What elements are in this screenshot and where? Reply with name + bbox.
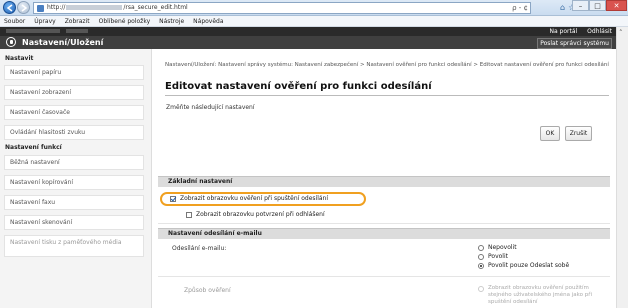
address-prefix: http:// (47, 4, 66, 11)
arrow-left-icon (6, 4, 13, 12)
address-suffix: /rsa_secure_edit.html (123, 4, 188, 11)
show-confirm-screen-row[interactable]: Zobrazit obrazovku potvrzení při odhláše… (186, 211, 325, 219)
self-only-label: Povolit pouze Odeslat sobě (488, 262, 570, 269)
app-title: Nastavení/Uložení (22, 38, 104, 47)
minimize-button[interactable]: – (572, 0, 589, 11)
show-auth-screen-label: Zobrazit obrazovku ověření při spuštění … (180, 195, 329, 202)
portal-link[interactable]: Na portál (549, 27, 577, 36)
settings-logo-icon (6, 37, 16, 47)
redacted-user (66, 29, 88, 33)
close-window-button[interactable]: ✕ (606, 0, 627, 11)
address-bar[interactable]: http:// /rsa_secure_edit.html ρ - ¢ (33, 2, 531, 14)
show-auth-screen-checkbox[interactable] (170, 196, 176, 202)
arrow-right-icon (21, 4, 28, 12)
email-settings-header: Nastavení odesílání e-mailu (158, 228, 610, 239)
main-content: Nastavení/Uložení: Nastavení správy syst… (158, 49, 612, 308)
mail-admin-button[interactable]: Poslat správci systému (537, 38, 612, 49)
sidebar-item-fax[interactable]: Nastavení faxu (4, 195, 144, 210)
sidebar-item-common[interactable]: Běžná nastavení (4, 155, 144, 170)
menu-view[interactable]: Zobrazit (65, 16, 90, 26)
email-option-deny[interactable]: Nepovolit (478, 244, 517, 252)
sidebar-item-copy[interactable]: Nastavení kopírování (4, 175, 144, 190)
ok-button[interactable]: OK (540, 126, 560, 141)
menu-help[interactable]: Nápověda (193, 16, 223, 26)
page-title: Editovat nastavení ověření pro funkci od… (165, 81, 432, 92)
show-confirm-screen-checkbox[interactable] (186, 212, 192, 218)
auth-method-label: Způsob ověření (184, 287, 231, 294)
browser-menu-bar: Soubor Úpravy Zobrazit Oblíbené položky … (0, 16, 628, 27)
app-header: Na portál Odhlásit Nastavení/Uložení Pos… (0, 27, 616, 49)
show-confirm-screen-label: Zobrazit obrazovku potvrzení při odhláše… (196, 211, 325, 218)
sidebar-item-scan[interactable]: Nastavení skenování (4, 215, 144, 230)
back-button[interactable] (3, 1, 16, 14)
deny-radio[interactable] (478, 245, 484, 251)
page-icon (37, 5, 44, 12)
header-top-strip: Na portál Odhlásit (0, 27, 616, 36)
divider (158, 276, 610, 277)
sidebar-item-timer[interactable]: Nastavení časovače (4, 105, 144, 120)
title-divider (165, 95, 609, 96)
breadcrumb: Nastavení/Uložení: Nastavení správy syst… (165, 62, 609, 68)
menu-edit[interactable]: Úpravy (34, 16, 55, 26)
redacted-host (66, 5, 123, 10)
menu-tools[interactable]: Nástroje (159, 16, 184, 26)
redacted-device-name (6, 29, 60, 33)
deny-label: Nepovolit (488, 244, 517, 251)
email-option-self-only[interactable]: Povolit pouze Odeslat sobě (478, 262, 569, 270)
email-option-allow[interactable]: Povolit (478, 253, 508, 261)
address-tools[interactable]: ρ - ¢ (512, 3, 528, 13)
allow-radio[interactable] (478, 254, 484, 260)
allow-label: Povolit (488, 253, 508, 260)
divider (158, 223, 610, 224)
menu-favorites[interactable]: Oblíbené položky (99, 16, 151, 26)
logout-link[interactable]: Odhlásit (587, 27, 612, 36)
basic-settings-header: Základní nastavení (158, 176, 610, 187)
sidebar-item-volume[interactable]: Ovládání hlasitosti zvuku (4, 125, 144, 140)
sidebar-section-settings: Nastavit (5, 55, 34, 62)
instruction-text: Změňte následující nastavení (166, 104, 255, 111)
scroll-up-icon[interactable]: ˄ (619, 29, 623, 37)
sidebar: Nastavit Nastavení papíru Nastavení zobr… (0, 49, 152, 308)
forward-button[interactable] (17, 1, 30, 14)
maximize-button[interactable]: □ (589, 0, 606, 11)
sidebar-item-display[interactable]: Nastavení zobrazení (4, 85, 144, 100)
sidebar-section-functions: Nastavení funkcí (5, 144, 62, 151)
menu-file[interactable]: Soubor (4, 16, 25, 26)
sidebar-item-media-print[interactable]: Nastavení tisku z paměťového média (4, 235, 144, 257)
auth-method-option-label: Zobrazit obrazovku ověření použitím stej… (488, 285, 592, 305)
cancel-button[interactable]: Zrušit (565, 126, 592, 141)
browser-toolbar: http:///rsa_secure_edit.html ρ - ¢ ⌂☆⚙ –… (0, 0, 628, 16)
email-sending-label: Odesílání e-mailu: (172, 245, 227, 252)
auth-method-radio (478, 286, 484, 292)
show-auth-screen-row[interactable]: Zobrazit obrazovku ověření při spuštění … (170, 195, 328, 203)
sidebar-item-paper[interactable]: Nastavení papíru (4, 65, 144, 80)
page-scrollbar[interactable]: ˄ (616, 27, 628, 308)
self-only-radio[interactable] (478, 263, 484, 269)
auth-method-option: Zobrazit obrazovku ověření použitím stej… (478, 285, 606, 306)
